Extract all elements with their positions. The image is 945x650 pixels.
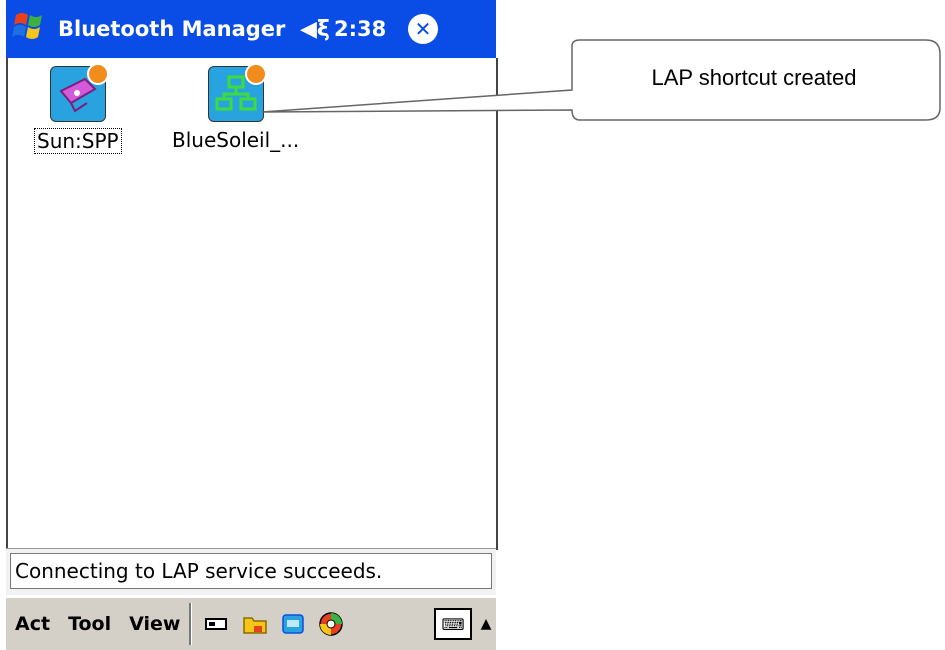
status-bar: Connecting to LAP service succeeds.	[6, 548, 496, 595]
shortcut-list: Sun:SPP BlueSoleil_...	[6, 58, 498, 550]
title-bar: Bluetooth Manager ◀ξ 2:38 ✕	[6, 0, 496, 58]
pocket-pc-screen: Bluetooth Manager ◀ξ 2:38 ✕ Sun:SPP Blue…	[6, 0, 498, 650]
status-message: Connecting to LAP service succeeds.	[10, 553, 492, 589]
menu-tool[interactable]: Tool	[59, 613, 120, 635]
check-badge-icon	[244, 63, 267, 85]
callout-text: LAP shortcut created	[651, 65, 857, 90]
speaker-icon[interactable]: ◀ξ	[300, 17, 330, 42]
shortcut-sun-spp[interactable]: Sun:SPP	[34, 63, 122, 154]
close-icon: ✕	[414, 17, 432, 41]
shortcut-label: Sun:SPP	[34, 128, 122, 154]
check-badge-icon	[86, 63, 109, 85]
bluetooth-device-icon[interactable]	[204, 611, 230, 637]
close-button[interactable]: ✕	[408, 14, 438, 44]
start-button[interactable]	[6, 0, 54, 58]
serial-port-icon	[49, 63, 109, 122]
lan-access-icon	[207, 63, 267, 122]
menu-view[interactable]: View	[120, 613, 189, 635]
screen-icon[interactable]	[280, 611, 306, 637]
up-arrow-icon[interactable]: ▲	[476, 616, 496, 632]
folder-icon[interactable]	[242, 611, 268, 637]
clock[interactable]: 2:38	[334, 17, 394, 41]
menu-divider	[189, 603, 193, 645]
shortcut-bluesoleil-lap[interactable]: BlueSoleil_...	[170, 63, 301, 152]
app-title: Bluetooth Manager	[58, 17, 286, 41]
connection-icon[interactable]	[318, 611, 344, 637]
shortcut-label: BlueSoleil_...	[172, 128, 300, 152]
keyboard-icon[interactable]: ⌨	[434, 608, 472, 640]
menu-act[interactable]: Act	[6, 613, 59, 635]
windows-flag-icon	[10, 9, 50, 49]
menu-bar: Act Tool View ⌨ ▲	[6, 596, 496, 650]
